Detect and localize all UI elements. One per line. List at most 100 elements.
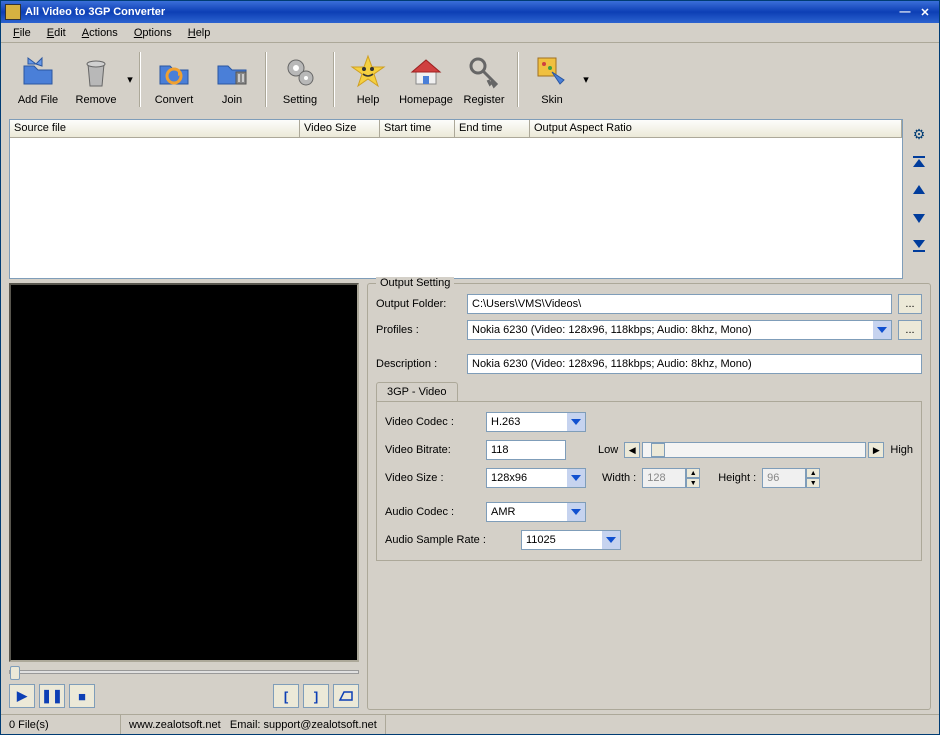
low-label: Low xyxy=(598,444,618,456)
help-button[interactable]: Help xyxy=(339,47,397,111)
profiles-value: Nokia 6230 (Video: 128x96, 118kbps; Audi… xyxy=(468,322,873,338)
seek-slider[interactable] xyxy=(9,662,359,682)
star-help-icon xyxy=(348,52,388,92)
convert-button[interactable]: Convert xyxy=(145,47,203,111)
add-file-label: Add File xyxy=(18,94,58,106)
up-icon[interactable]: ▲ xyxy=(686,468,700,478)
move-up-icon[interactable] xyxy=(908,179,930,201)
down-icon[interactable]: ▼ xyxy=(686,478,700,488)
skin-icon xyxy=(532,52,572,92)
setting-button[interactable]: Setting xyxy=(271,47,329,111)
gear-icon xyxy=(280,52,320,92)
skin-dropdown[interactable]: ▾ xyxy=(581,73,591,86)
separator xyxy=(517,52,519,107)
video-preview[interactable] xyxy=(9,283,359,662)
col-video-size[interactable]: Video Size xyxy=(300,120,380,137)
add-file-button[interactable]: Add File xyxy=(9,47,67,111)
close-button[interactable]: ✕ xyxy=(915,3,935,21)
skin-button[interactable]: Skin xyxy=(523,47,581,111)
description-label: Description : xyxy=(376,358,461,370)
preview-controls: ▶ ❚❚ ■ [ ] xyxy=(9,682,359,710)
browse-folder-button[interactable]: ... xyxy=(898,294,922,314)
output-folder-input[interactable] xyxy=(467,294,892,314)
profiles-combo[interactable]: Nokia 6230 (Video: 128x96, 118kbps; Audi… xyxy=(467,320,892,340)
statusbar: 0 File(s) www.zealotsoft.net Email: supp… xyxy=(1,714,939,734)
menu-help[interactable]: Help xyxy=(180,25,219,41)
tab-3gp-video[interactable]: 3GP - Video xyxy=(376,382,458,401)
col-source[interactable]: Source file xyxy=(10,120,300,137)
list-settings-icon[interactable]: ⚙ xyxy=(908,123,930,145)
window-title: All Video to 3GP Converter xyxy=(25,6,165,18)
titlebar[interactable]: All Video to 3GP Converter — ✕ xyxy=(1,1,939,23)
homepage-button[interactable]: Homepage xyxy=(397,47,455,111)
remove-label: Remove xyxy=(76,94,117,106)
lower-area: ▶ ❚❚ ■ [ ] Output Setting Output Folder:… xyxy=(9,283,931,710)
video-bitrate-input[interactable] xyxy=(486,440,566,460)
play-button[interactable]: ▶ xyxy=(9,684,35,708)
minimize-button[interactable]: — xyxy=(895,3,915,21)
chevron-down-icon[interactable] xyxy=(567,469,585,487)
move-down-icon[interactable] xyxy=(908,207,930,229)
down-icon[interactable]: ▼ xyxy=(806,478,820,488)
height-value xyxy=(762,468,806,488)
height-spinner[interactable]: ▲▼ xyxy=(762,468,822,488)
video-size-combo[interactable]: 128x96 xyxy=(486,468,586,488)
remove-button[interactable]: Remove xyxy=(67,47,125,111)
bitrate-slider[interactable]: ◀ ▶ xyxy=(624,442,884,458)
join-button[interactable]: Join xyxy=(203,47,261,111)
slider-thumb[interactable] xyxy=(651,443,665,457)
app-window: All Video to 3GP Converter — ✕ File Edit… xyxy=(0,0,940,735)
audio-rate-combo[interactable]: 11025 xyxy=(521,530,621,550)
mark-in-button[interactable]: [ xyxy=(273,684,299,708)
register-button[interactable]: Register xyxy=(455,47,513,111)
move-bottom-icon[interactable] xyxy=(908,235,930,257)
seek-thumb[interactable] xyxy=(10,666,20,680)
toolbar: Add File Remove ▾ Convert Join Setting H… xyxy=(1,43,939,115)
remove-dropdown[interactable]: ▾ xyxy=(125,73,135,86)
menu-actions[interactable]: Actions xyxy=(74,25,126,41)
col-start[interactable]: Start time xyxy=(380,120,455,137)
convert-icon xyxy=(154,52,194,92)
menu-options[interactable]: Options xyxy=(126,25,180,41)
chevron-down-icon[interactable] xyxy=(873,321,891,339)
list-side-buttons: ⚙ xyxy=(907,119,931,279)
video-codec-combo[interactable]: H.263 xyxy=(486,412,586,432)
chevron-down-icon[interactable] xyxy=(567,503,585,521)
list-header: Source file Video Size Start time End ti… xyxy=(10,120,902,138)
output-legend: Output Setting xyxy=(376,277,454,289)
video-bitrate-label: Video Bitrate: xyxy=(385,444,480,456)
audio-codec-combo[interactable]: AMR xyxy=(486,502,586,522)
width-label: Width : xyxy=(602,472,636,484)
stop-button[interactable]: ■ xyxy=(69,684,95,708)
file-list[interactable]: Source file Video Size Start time End ti… xyxy=(9,119,903,279)
menu-file[interactable]: File xyxy=(5,25,39,41)
width-spinner[interactable]: ▲▼ xyxy=(642,468,702,488)
help-label: Help xyxy=(357,94,380,106)
chevron-down-icon[interactable] xyxy=(567,413,585,431)
description-input[interactable] xyxy=(467,354,922,374)
up-icon[interactable]: ▲ xyxy=(806,468,820,478)
status-file-count: 0 File(s) xyxy=(1,715,121,734)
preview-area: ▶ ❚❚ ■ [ ] xyxy=(9,283,359,710)
menu-edit[interactable]: Edit xyxy=(39,25,74,41)
content-area: Source file Video Size Start time End ti… xyxy=(1,115,939,714)
output-setting-panel: Output Setting Output Folder: ... Profil… xyxy=(367,283,931,710)
video-size-label: Video Size : xyxy=(385,472,480,484)
audio-codec-label: Audio Codec : xyxy=(385,506,480,518)
col-end[interactable]: End time xyxy=(455,120,530,137)
slider-left-icon[interactable]: ◀ xyxy=(624,442,640,458)
move-top-icon[interactable] xyxy=(908,151,930,173)
mark-out-button[interactable]: ] xyxy=(303,684,329,708)
video-codec-value: H.263 xyxy=(487,414,567,430)
file-list-area: Source file Video Size Start time End ti… xyxy=(9,119,931,279)
col-aspect[interactable]: Output Aspect Ratio xyxy=(530,120,902,137)
separator xyxy=(265,52,267,107)
profiles-more-button[interactable]: ... xyxy=(898,320,922,340)
profiles-label: Profiles : xyxy=(376,324,461,336)
chevron-down-icon[interactable] xyxy=(602,531,620,549)
pause-button[interactable]: ❚❚ xyxy=(39,684,65,708)
setting-label: Setting xyxy=(283,94,317,106)
join-label: Join xyxy=(222,94,242,106)
clear-marks-button[interactable] xyxy=(333,684,359,708)
slider-right-icon[interactable]: ▶ xyxy=(868,442,884,458)
